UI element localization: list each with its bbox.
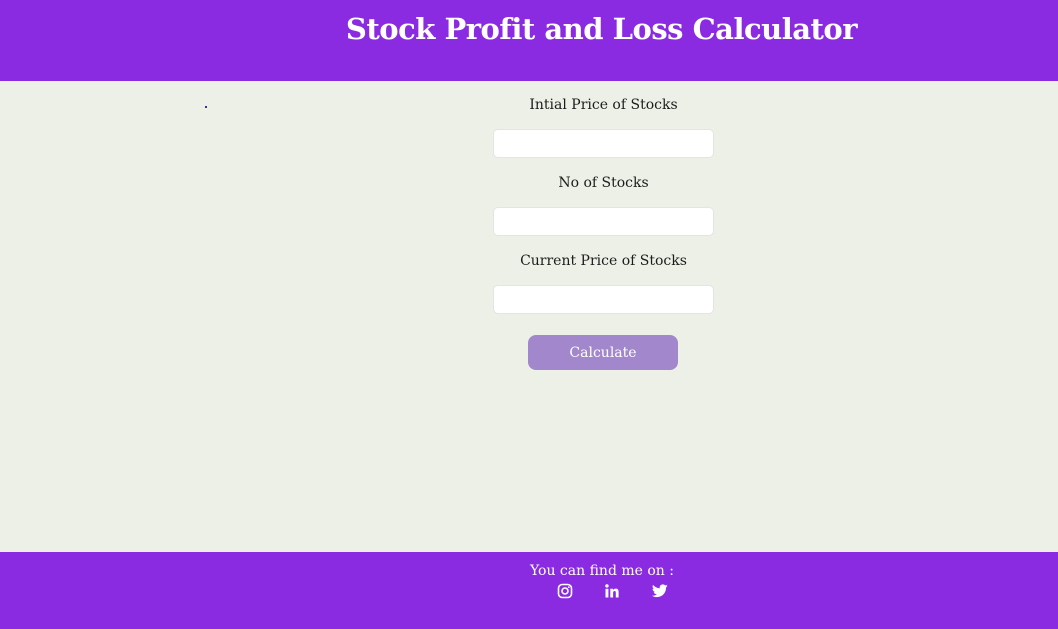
linkedin-icon (604, 583, 620, 599)
footer: You can find me on : (0, 552, 1058, 629)
linkedin-link[interactable] (603, 582, 621, 600)
initial-price-label: Intial Price of Stocks (529, 97, 678, 113)
footer-title: You can find me on : (530, 563, 674, 579)
quantity-label: No of Stocks (558, 175, 649, 191)
twitter-link[interactable] (651, 582, 669, 600)
initial-price-input[interactable] (493, 129, 714, 158)
instagram-link[interactable] (556, 582, 574, 600)
app-header: Stock Profit and Loss Calculator (0, 0, 1058, 81)
stray-dot (205, 106, 207, 108)
quantity-input[interactable] (493, 207, 714, 236)
page-title: Stock Profit and Loss Calculator (345, 12, 858, 46)
current-price-input[interactable] (493, 285, 714, 314)
twitter-icon (652, 584, 668, 598)
calculate-button[interactable]: Calculate (528, 335, 678, 370)
current-price-label: Current Price of Stocks (520, 253, 687, 269)
instagram-icon (557, 583, 573, 599)
